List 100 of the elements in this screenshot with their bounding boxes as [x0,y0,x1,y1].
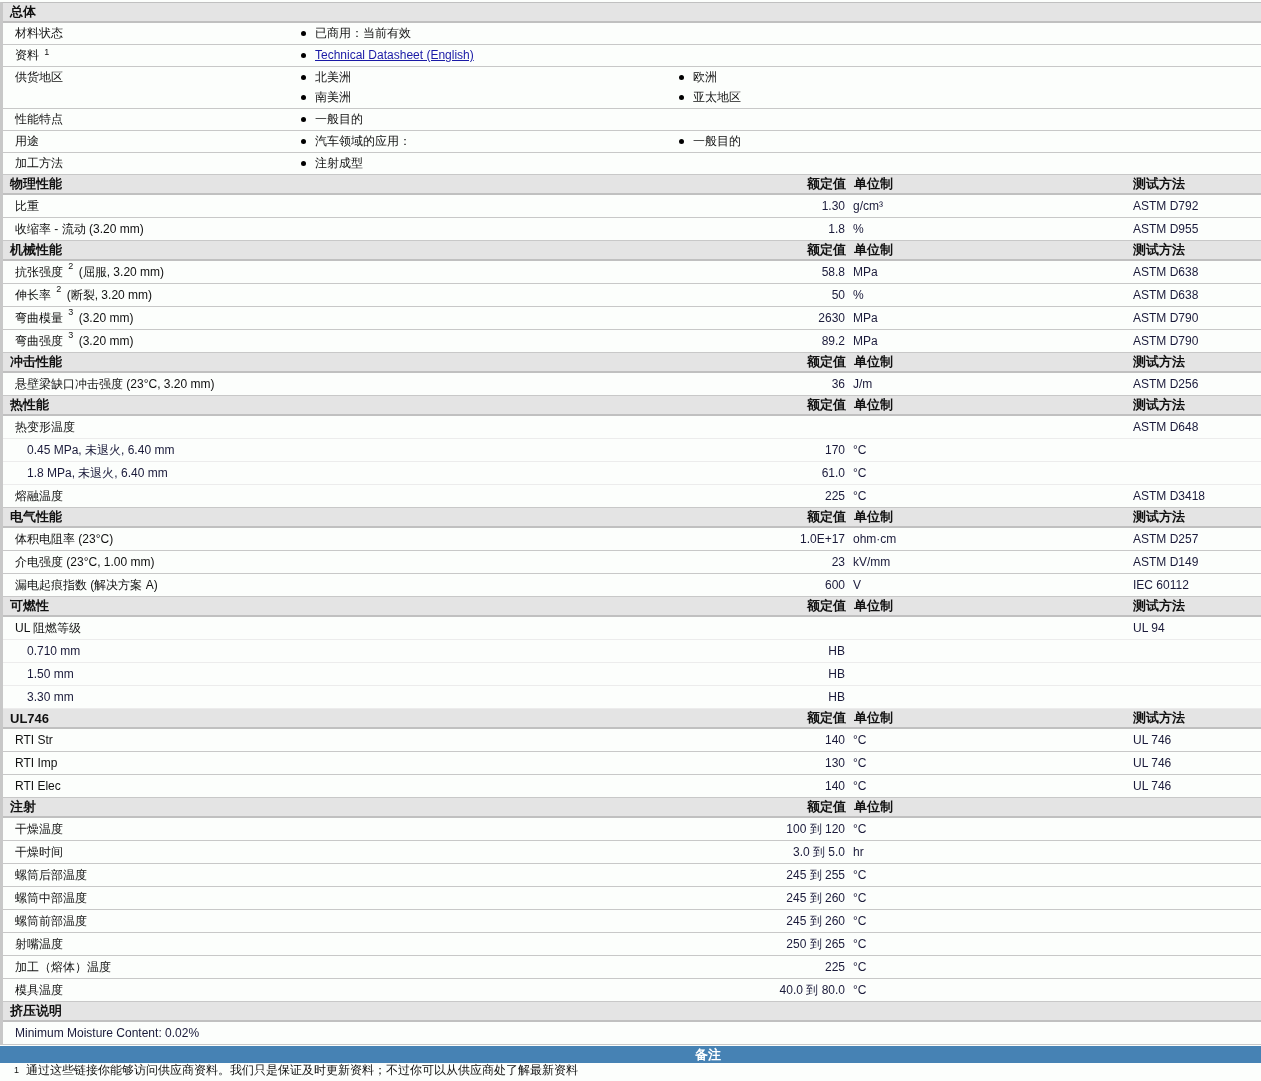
value-cell: HB [828,690,845,704]
section-title: 机械性能 [8,241,63,259]
test-method: UL 94 [1133,621,1165,635]
section-title: 总体 [8,3,36,21]
property-value: 汽车领域的应用： [315,134,411,149]
test-method: ASTM D792 [1133,199,1199,213]
section-title: 注射 [9,798,37,816]
footnote-mark: 3 [68,329,74,340]
unit-cell: °C [853,983,867,997]
column-header: 单位制 [854,242,893,257]
column-header: 额定值 [807,598,846,613]
section-title: 可燃性 [9,597,50,615]
value-cell: HB [828,667,845,681]
unit-cell: °C [853,489,867,503]
column-header: 额定值 [807,509,846,524]
test-method: ASTM D257 [1133,532,1199,546]
column-header: 测试方法 [1133,242,1185,257]
property-label: 弯曲模量 [15,310,63,325]
bullet-icon [301,53,306,58]
value-cell: 245 到 255 [786,867,845,882]
value-cell: 3.0 到 5.0 [792,844,845,859]
property-label: 悬壁梁缺口冲击强度 (23°C, 3.20 mm) [15,376,215,391]
test-condition: (屈服, 3.20 mm) [78,264,165,279]
column-header: 额定值 [807,799,846,814]
column-header: 额定值 [807,242,846,257]
test-method: ASTM D256 [1133,377,1199,391]
value-cell: 40.0 到 80.0 [779,982,845,997]
section-title: 冲击性能 [9,353,63,371]
unit-cell: °C [853,443,867,457]
value-cell: 1.8 [828,222,845,236]
bullet-icon [301,117,306,122]
test-method: ASTM D790 [1133,311,1199,325]
property-label: 加工（熔体）温度 [15,959,111,974]
test-condition: (3.20 mm) [78,310,134,325]
bullet-icon [679,139,684,144]
test-method: ASTM D790 [1133,334,1199,348]
bullet-icon [301,139,306,144]
unit-cell: % [853,222,864,236]
unit-cell: V [853,578,861,592]
property-label: 1.8 MPa, 未退火, 6.40 mm [27,465,168,480]
test-method: IEC 60112 [1133,578,1189,592]
unit-cell: hr [853,845,864,859]
column-header: 单位制 [854,710,893,725]
property-label: RTI Elec [15,779,61,793]
unit-cell: ohm·cm [853,532,897,546]
column-header: 单位制 [854,176,893,191]
section-title: UL746 [9,710,51,726]
column-header: 单位制 [854,799,893,814]
property-label: 材料状态 [15,26,63,40]
column-header: 测试方法 [1133,176,1185,191]
property-label: 体积电阻率 (23°C) [15,531,114,546]
column-header: 单位制 [854,598,893,613]
property-label: 加工方法 [15,156,63,170]
property-label: 性能特点 [15,112,63,126]
property-label: 供货地区 [15,70,63,84]
unit-cell: g/cm³ [853,199,883,213]
value-cell: 170 [824,443,845,457]
unit-cell: °C [853,868,867,882]
property-label: 资料 [15,48,39,62]
property-label: 螺筒后部温度 [15,867,87,882]
footnote-mark: 2 [68,260,74,271]
column-header: 额定值 [807,397,846,412]
bullet-icon [301,95,306,100]
property-value: 已商用：当前有效 [315,26,411,41]
value-cell: 1.30 [821,199,845,213]
property-label: 介电强度 (23°C, 1.00 mm) [15,554,155,569]
unit-cell: MPa [853,265,878,279]
unit-cell: °C [853,779,867,793]
bullet-icon [301,161,306,166]
property-label: 螺筒前部温度 [15,913,87,928]
footnote-text: 通过这些链接你能够访问供应商资料。我们只是保证及时更新资料；不过你可以从供应商处了解最新资料 [26,1063,579,1077]
value-cell: 225 [824,489,845,503]
test-method: ASTM D638 [1133,265,1199,279]
unit-cell: MPa [853,334,878,348]
property-label: 干燥时间 [15,844,63,859]
datasheet-link[interactable]: Technical Datasheet (English) [315,48,474,63]
property-value: 南美洲 [315,90,351,105]
unit-cell: % [853,288,864,302]
unit-cell: °C [853,822,867,836]
test-method: ASTM D648 [1133,420,1199,434]
property-label: 射嘴温度 [15,936,63,951]
column-header: 额定值 [807,710,846,725]
property-label: 比重 [15,198,39,213]
value-cell: 61.0 [821,466,845,480]
section-title: 物理性能 [9,175,63,193]
value-cell: 89.2 [821,334,845,348]
unit-cell: °C [853,914,867,928]
footnote-number: 1 [14,1065,19,1075]
test-method: ASTM D638 [1133,288,1199,302]
property-label: 漏电起痕指数 (解决方案 A) [15,577,158,592]
bullet-icon [679,75,684,80]
value-cell: HB [828,644,845,658]
column-header: 单位制 [854,397,893,412]
column-header: 额定值 [807,354,846,369]
column-header: 额定值 [807,176,846,191]
property-label: RTI Imp [15,756,58,770]
footnote-mark: 1 [44,47,50,57]
notes-title: 备注 [695,1045,721,1064]
unit-cell: °C [853,960,867,974]
footnote-mark: 2 [56,283,62,294]
